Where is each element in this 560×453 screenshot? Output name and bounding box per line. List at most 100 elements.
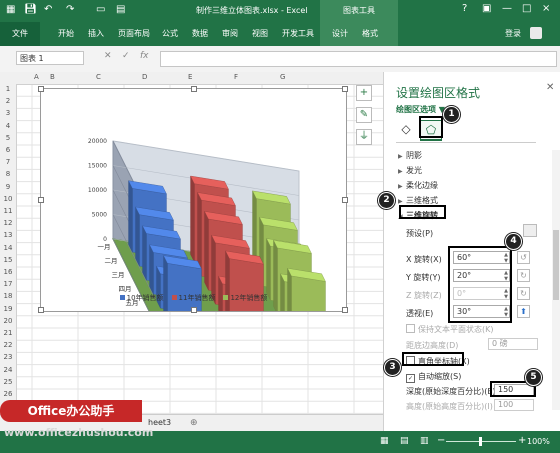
resize-handle[interactable] [191, 86, 197, 92]
column-header[interactable]: G [280, 73, 285, 81]
tab-formulas[interactable]: 公式 [162, 28, 178, 39]
column-header[interactable]: B [50, 73, 55, 81]
resize-handle[interactable] [38, 86, 44, 92]
row-header[interactable]: 25 [0, 378, 16, 386]
chart-styles-button[interactable]: ✎ [356, 107, 372, 123]
row-header[interactable]: 8 [0, 170, 16, 178]
row-header[interactable]: 10 [0, 195, 16, 203]
row-header[interactable]: 26 [0, 390, 16, 398]
row-header[interactable]: 3 [0, 109, 16, 117]
undo-icon[interactable]: ↶ [44, 4, 52, 15]
name-box[interactable]: 图表 1 [16, 51, 84, 65]
page-break-view-icon[interactable]: ▥ [420, 436, 429, 446]
rotate-left-icon[interactable]: ↺ [517, 251, 530, 264]
section-shadow[interactable]: ▶ 阴影 [398, 150, 422, 161]
zoom-slider-handle[interactable] [479, 437, 482, 446]
column-header[interactable]: E [188, 73, 192, 81]
row-header[interactable]: 18 [0, 292, 16, 300]
zoom-out-icon[interactable]: − [437, 435, 445, 446]
cancel-icon[interactable]: ✕ [104, 51, 112, 61]
tab-review[interactable]: 审阅 [222, 28, 238, 39]
row-header[interactable]: 5 [0, 134, 16, 142]
insert-function-icon[interactable]: fx [140, 51, 149, 61]
row-header[interactable]: 1 [0, 85, 16, 93]
section-soft-edges[interactable]: ▶ 柔化边缘 [398, 180, 438, 191]
page-layout-view-icon[interactable]: ▤ [400, 436, 409, 446]
column-header[interactable]: D [142, 73, 147, 81]
plot-area-options-dropdown[interactable]: 绘图区选项 ▼ [396, 104, 445, 115]
minimize-button[interactable]: — [502, 3, 512, 14]
chart-elements-button[interactable]: + [356, 85, 372, 101]
pane-scrollbar[interactable] [552, 150, 560, 410]
keep-text-flat-checkbox[interactable]: 保持文本平面状态(K) [406, 324, 494, 335]
row-header[interactable]: 16 [0, 268, 16, 276]
chart-area[interactable]: 05000100001500020000一月二月三月四月五月六月10年销售额11… [38, 86, 348, 313]
column-header[interactable]: F [234, 73, 238, 81]
legend-label: 12年销售额 [230, 294, 268, 302]
scrollbar-thumb[interactable] [553, 230, 559, 300]
row-header[interactable]: 22 [0, 341, 16, 349]
resize-handle[interactable] [38, 307, 44, 313]
tab-data[interactable]: 数据 [192, 28, 208, 39]
close-icon[interactable]: ✕ [546, 82, 554, 93]
callout-1: 1 [443, 106, 460, 123]
row-header[interactable]: 4 [0, 122, 16, 130]
row-header[interactable]: 6 [0, 146, 16, 154]
row-header[interactable]: 21 [0, 329, 16, 337]
resize-handle[interactable] [191, 307, 197, 313]
row-header[interactable]: 13 [0, 231, 16, 239]
redo-icon[interactable]: ↷ [66, 4, 74, 15]
preset-dropdown[interactable] [523, 224, 537, 237]
row-header[interactable]: 20 [0, 317, 16, 325]
enter-icon[interactable]: ✓ [122, 51, 130, 61]
resize-handle[interactable] [342, 86, 348, 92]
chart-filters-button[interactable]: ⏚ [356, 129, 372, 145]
column-header[interactable]: A [34, 73, 39, 81]
avatar[interactable] [530, 27, 542, 39]
row-header[interactable]: 17 [0, 280, 16, 288]
rotate-up-icon[interactable]: ↻ [517, 269, 530, 282]
distance-from-ground-input[interactable]: 0 磅 [488, 338, 538, 350]
column-header[interactable]: C [96, 73, 101, 81]
widen-field-icon[interactable]: ⬆ [517, 305, 530, 318]
formula-input[interactable] [160, 51, 557, 67]
ribbon-display-icon[interactable]: ▣ [482, 3, 491, 14]
save-icon[interactable]: 💾︎ [24, 4, 37, 15]
row-header[interactable]: 15 [0, 256, 16, 264]
fill-line-icon[interactable]: ◇ [396, 120, 416, 138]
maximize-button[interactable]: □ [522, 3, 531, 14]
help-icon[interactable]: ? [462, 3, 467, 14]
normal-view-icon[interactable]: ▦ [380, 436, 389, 446]
add-sheet-icon[interactable]: ⊕ [190, 418, 198, 428]
row-header[interactable]: 11 [0, 207, 16, 215]
print-icon[interactable]: ▤ [116, 4, 125, 15]
autoscale-checkbox[interactable]: ✓ 自动缩放(S) [406, 371, 461, 383]
row-header[interactable]: 24 [0, 366, 16, 374]
login-link[interactable]: 登录 [505, 28, 521, 39]
section-glow[interactable]: ▶ 发光 [398, 165, 422, 176]
row-header[interactable]: 12 [0, 219, 16, 227]
open-icon[interactable]: ▭ [96, 4, 105, 15]
row-header[interactable]: 14 [0, 244, 16, 252]
close-button[interactable]: × [542, 3, 550, 14]
tab-file[interactable]: 文件 [0, 22, 40, 46]
resize-handle[interactable] [342, 197, 348, 203]
rotate-clockwise-icon[interactable]: ↻ [517, 287, 530, 300]
tab-home[interactable]: 开始 [58, 28, 74, 39]
row-header[interactable]: 9 [0, 183, 16, 191]
zoom-in-icon[interactable]: + [518, 435, 526, 446]
row-header[interactable]: 2 [0, 97, 16, 105]
resize-handle[interactable] [342, 307, 348, 313]
zoom-level[interactable]: 100% [527, 437, 550, 446]
tab-page-layout[interactable]: 页面布局 [118, 28, 150, 39]
resize-handle[interactable] [38, 197, 44, 203]
row-header[interactable]: 19 [0, 305, 16, 313]
row-header[interactable]: 7 [0, 158, 16, 166]
tab-design[interactable]: 设计 [332, 28, 348, 39]
row-header[interactable]: 23 [0, 353, 16, 361]
tab-insert[interactable]: 插入 [88, 28, 104, 39]
tab-view[interactable]: 视图 [252, 28, 268, 39]
height-input[interactable]: 100 [494, 399, 534, 411]
tab-developer[interactable]: 开发工具 [282, 28, 314, 39]
tab-format[interactable]: 格式 [362, 28, 378, 39]
